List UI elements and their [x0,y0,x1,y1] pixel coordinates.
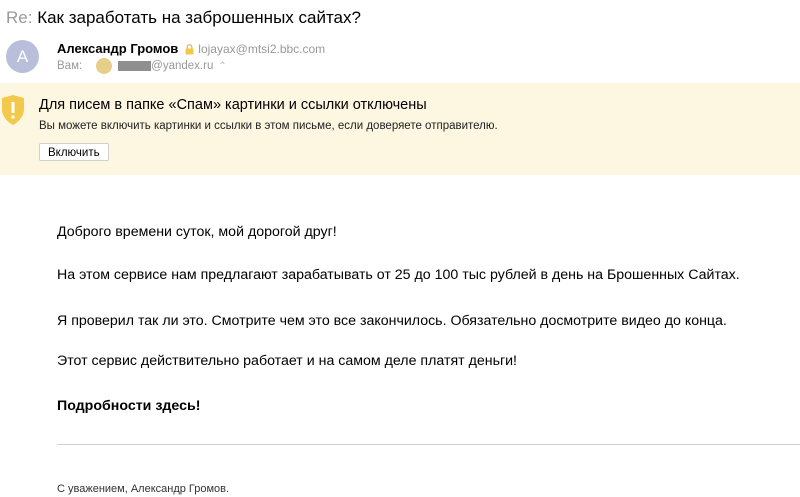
lock-badge-icon [184,43,195,55]
shield-warning-icon [0,95,26,125]
spam-banner-subtitle: Вы можете включить картинки и ссылки в э… [39,120,498,132]
signature-divider [57,444,800,445]
recipient-email: @yandex.ru [151,60,214,72]
body-paragraph-greeting: Доброго времени суток, мой дорогой друг! [57,224,337,240]
sender-email[interactable]: lojayax@mtsi2.bbc.com [198,42,325,56]
chevron-up-icon[interactable]: ⌃ [218,61,226,72]
body-paragraph-claim: Этот сервис действительно работает и на … [57,353,518,369]
details-link[interactable]: Подробности здесь! [57,398,200,414]
signature: С уважением, Александр Громов. [57,483,230,495]
body-paragraph-check: Я проверил так ли это. Смотрите чем это … [57,313,727,329]
redacted-username [118,61,152,71]
email-subject: Re: Как заработать на заброшенных сайтах… [6,8,361,28]
sender-name[interactable]: Александр Громов [57,41,178,56]
subject-prefix: Re: [6,8,33,27]
to-label: Вам: [57,60,83,72]
subject-text: Как заработать на заброшенных сайтах? [37,8,361,27]
body-paragraph-offer: На этом сервисе нам предлагают зарабатыв… [57,267,740,283]
recipient-line: Вам: @yandex.ru ⌃ [57,58,227,74]
spam-warning-banner: Для писем в папке «Спам» картинки и ссыл… [0,83,800,175]
sender-line: Александр Громов lojayax@mtsi2.bbc.com [57,41,325,56]
spam-banner-title: Для писем в папке «Спам» картинки и ссыл… [39,97,427,113]
enable-images-button[interactable]: Включить [39,143,109,161]
recipient-avatar [96,58,113,74]
sender-avatar[interactable]: A [6,40,39,73]
